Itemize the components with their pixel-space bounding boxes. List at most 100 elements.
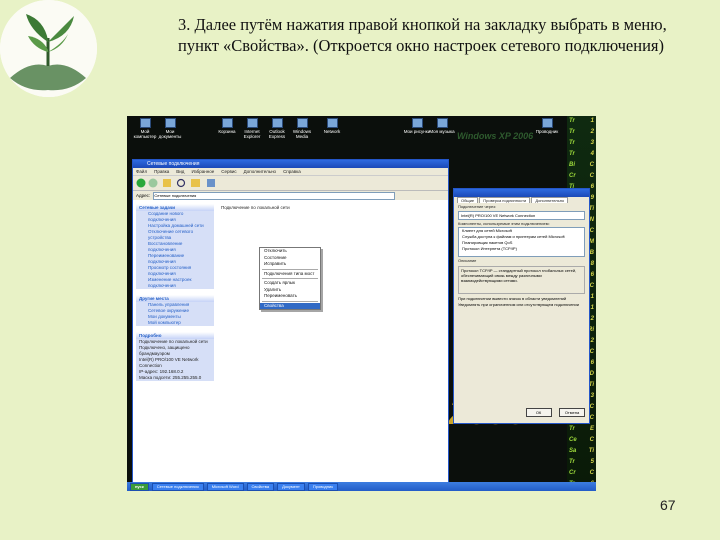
right-column-row: Tr 3 (567, 138, 596, 149)
up-folder-icon[interactable] (163, 179, 171, 187)
taskbar-button[interactable]: Проводник (307, 482, 338, 491)
task-group-header[interactable]: Подробно (136, 332, 214, 339)
detail-line: Подключено, защищено брандмауэром (139, 345, 190, 356)
forward-icon[interactable] (148, 178, 158, 188)
menu-item[interactable]: Правка (154, 169, 169, 174)
list-item[interactable]: Протокол Интернета (TCP/IP) (459, 246, 584, 252)
desktop-icon[interactable]: Проводник (532, 118, 562, 134)
ok-button[interactable]: ОК (525, 408, 552, 417)
desktop-icon[interactable]: Моя музыка (427, 118, 457, 134)
cancel-button[interactable]: Отмена (559, 408, 585, 417)
taskbar-button[interactable]: Microsoft Word (206, 482, 244, 491)
right-column-cell: Tr (569, 426, 575, 432)
right-column-cell: 2 (590, 338, 594, 344)
right-column-cell: 9 (590, 195, 594, 201)
right-column-cell: 2 (590, 129, 594, 135)
description-label: Описание (458, 258, 477, 263)
detail-line: Маска подсети: 255.255.255.0 (139, 375, 202, 380)
globe-icon (246, 118, 258, 128)
right-column-cell: C (589, 404, 594, 410)
folders-icon[interactable] (191, 179, 200, 187)
connection-properties-dialog[interactable]: Общие Проверка подлинности Дополнительно… (453, 188, 590, 424)
menu-item[interactable]: Вид (176, 169, 184, 174)
tab-general[interactable]: Общие (457, 197, 479, 203)
menu-separator (262, 268, 318, 270)
desktop-icon[interactable]: Мои документы (155, 118, 185, 139)
right-column-row: Ce C (567, 435, 596, 446)
context-menu-item[interactable]: Переименовать (260, 293, 320, 300)
right-column-cell: Cr (569, 173, 576, 179)
network-connections-window[interactable]: Сетевые подключения Файл Правка Вид Избранн… (132, 159, 449, 491)
right-column-cell: 1 (590, 118, 594, 124)
context-menu-item[interactable]: Подключения типа мост (260, 271, 320, 278)
adapter-field[interactable]: Intel(R) PRO/100 VE Network Connection (458, 210, 585, 220)
context-menu-item[interactable]: Свойства (260, 302, 320, 309)
task-link[interactable]: Изменение настроек подключения (136, 277, 214, 289)
task-link[interactable]: Просмотр состояния подключения (136, 265, 214, 277)
task-link[interactable]: Восстановление подключения (136, 241, 214, 253)
task-group-header[interactable]: Другие места (136, 295, 214, 302)
slide-logo (0, 0, 97, 97)
views-icon[interactable] (207, 179, 215, 187)
tab-advanced[interactable]: Дополнительно (531, 197, 569, 203)
right-column-cell: 4 (590, 151, 594, 157)
task-link[interactable]: Создание нового подключения (136, 211, 214, 223)
screenshot: Windows XP 2006 2006 Мой компьютер Мои д… (127, 116, 596, 491)
right-column-cell: 3 (590, 393, 594, 399)
explorer-icon (541, 118, 553, 128)
taskbar-button[interactable]: Сетевые подключения (151, 482, 204, 491)
menu-item[interactable]: Избранное (191, 169, 214, 174)
menu-item[interactable]: Файл (136, 169, 147, 174)
task-group-places: Другие места Панель управления Сетевое о… (136, 295, 214, 326)
right-column-cell: 6 (590, 360, 594, 366)
slide-title: 3. Далее путём нажатия правой кнопкой на… (178, 15, 667, 55)
hands-plant-icon (0, 0, 97, 97)
connection-item[interactable]: Подключение по локальной сети (221, 205, 290, 210)
menu-item[interactable]: Сервис (221, 169, 236, 174)
taskbar-button[interactable]: Свойства (246, 482, 275, 491)
right-column-cell: C (589, 162, 594, 168)
right-column-cell: Sa (569, 448, 577, 454)
menu-item[interactable]: Справка (283, 169, 301, 174)
right-column-cell: C (589, 349, 594, 355)
tab-authentication[interactable]: Проверка подлинности (479, 197, 531, 203)
start-button[interactable]: пуск (130, 482, 149, 491)
task-group-details: Подробно Подключение по локальной сети П… (136, 332, 214, 381)
desktop-icon[interactable]: Network (317, 118, 347, 134)
right-column-cell: 1 (590, 294, 594, 300)
right-column-cell: C (589, 470, 594, 476)
right-column-row: Bi C (567, 160, 596, 171)
search-icon[interactable] (176, 178, 186, 188)
address-field[interactable]: Сетевые подключения (153, 191, 396, 200)
task-link[interactable]: Отключение сетевого устройства (136, 229, 214, 241)
right-column-row: Cr C (567, 171, 596, 182)
right-column-cell: Tr (569, 129, 575, 135)
image-icon (411, 118, 423, 128)
right-column-cell: Ti (588, 448, 594, 454)
task-group-header[interactable]: Сетевые задачи (136, 204, 214, 211)
right-column-cell: 3 (590, 140, 594, 146)
desktop-icon[interactable]: Windows Media (287, 118, 317, 139)
desktop-brand: Windows XP 2006 (457, 131, 534, 141)
detail-line: Intel(R) PRO/100 VE Network Connection (139, 357, 199, 368)
menu-item[interactable]: Дополнительно (244, 169, 276, 174)
right-column-cell: C (589, 173, 594, 179)
dialog-titlebar (454, 189, 589, 197)
right-column-cell: Tr (569, 118, 575, 124)
address-bar: Адрес: Сетевые подключения (133, 191, 448, 200)
computer-icon (139, 118, 151, 128)
dialog-buttons: ОК Отмена (523, 401, 585, 419)
context-menu-item[interactable]: Исправить (260, 261, 320, 268)
taskbar-button[interactable]: Документ (277, 482, 305, 491)
checkbox-notify-limited[interactable]: Уведомлять при ограниченном или отсутств… (454, 302, 589, 308)
back-icon[interactable] (136, 178, 146, 188)
place-link[interactable]: Мой компьютер (136, 320, 214, 326)
mail-icon (271, 118, 283, 128)
right-column-cell: Ce (569, 437, 577, 443)
right-column-cell: C (589, 228, 594, 234)
right-column-cell: C (589, 415, 594, 421)
task-link[interactable]: Переименование подключения (136, 253, 214, 265)
folder-icon (164, 118, 176, 128)
right-column-row: Sa Ti (567, 446, 596, 457)
music-icon (436, 118, 448, 128)
